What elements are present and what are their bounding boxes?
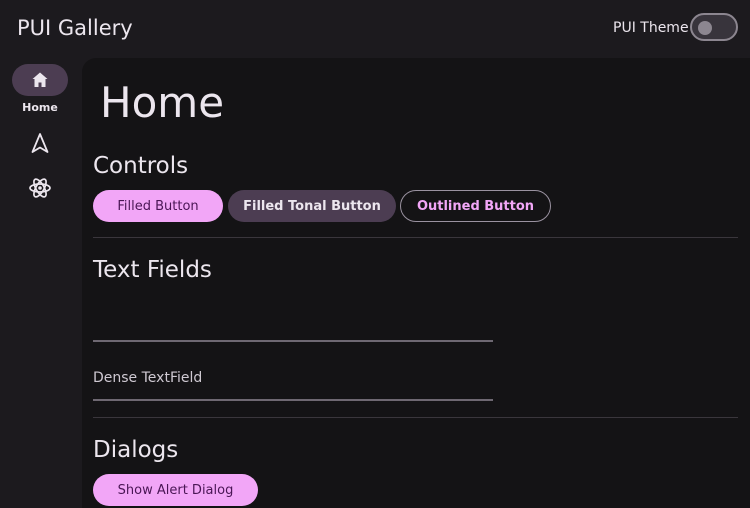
app-title: PUI Gallery (17, 16, 133, 40)
rail-item-home-label: Home (22, 101, 58, 114)
text-field-1[interactable] (93, 300, 493, 340)
text-fields-section-title: Text Fields (93, 257, 212, 283)
theme-toggle-switch[interactable] (690, 13, 738, 41)
navigation-icon[interactable] (29, 132, 51, 154)
show-alert-dialog-button[interactable]: Show Alert Dialog (93, 474, 258, 506)
dense-text-field[interactable] (93, 360, 493, 400)
section-divider (93, 237, 738, 238)
theme-toggle-label: PUI Theme (613, 20, 689, 36)
navigation-rail (0, 58, 80, 508)
section-divider (93, 417, 738, 418)
dialogs-section-title: Dialogs (93, 437, 179, 463)
home-icon (32, 72, 48, 87)
rail-item-home[interactable] (12, 64, 68, 96)
controls-section-title: Controls (93, 153, 189, 179)
filled-tonal-button[interactable]: Filled Tonal Button (228, 190, 396, 222)
text-field-1-underline (93, 340, 493, 342)
page-title: Home (100, 78, 225, 127)
top-bar: PUI Gallery PUI Theme (0, 0, 750, 58)
dense-text-field-underline (93, 399, 493, 401)
outlined-button[interactable]: Outlined Button (400, 190, 551, 222)
atom-icon[interactable] (28, 176, 52, 200)
filled-button[interactable]: Filled Button (93, 190, 223, 222)
switch-knob (698, 21, 712, 35)
